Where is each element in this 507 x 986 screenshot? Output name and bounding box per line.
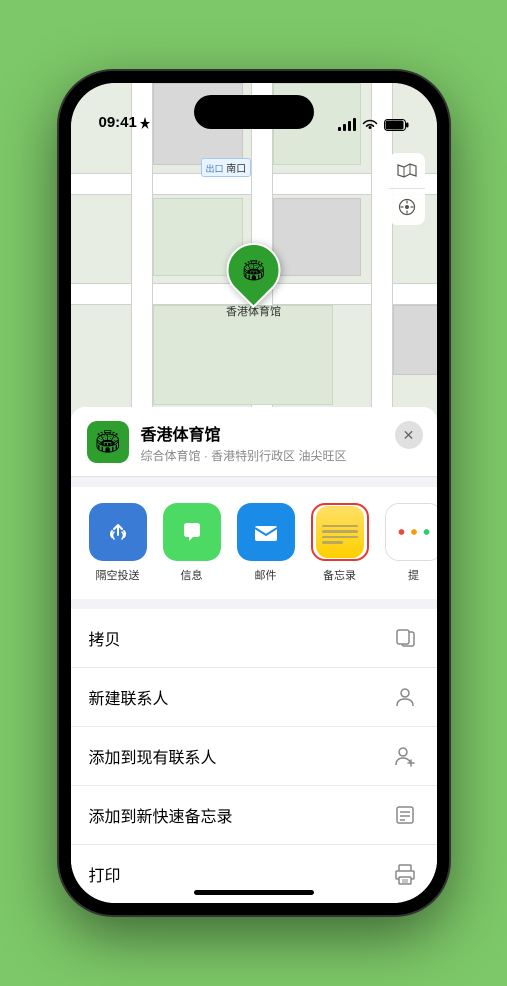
notes-line-3 bbox=[322, 536, 358, 539]
person-svg bbox=[394, 686, 416, 708]
notes-icon-wrapper bbox=[311, 503, 369, 561]
signal-bars bbox=[338, 118, 356, 131]
signal-bar-3 bbox=[348, 121, 351, 131]
more-label: 提 bbox=[408, 567, 419, 583]
quick-note-label: 添加到新快速备忘录 bbox=[89, 803, 233, 827]
place-header: 🏟 香港体育馆 综合体育馆 · 香港特别行政区 油尖旺区 ✕ bbox=[71, 407, 437, 477]
phone-screen: 09:41 bbox=[71, 83, 437, 903]
airdrop-icon bbox=[89, 503, 147, 561]
more-icon bbox=[385, 503, 437, 561]
notes-line-2 bbox=[322, 530, 358, 533]
close-label: ✕ bbox=[403, 427, 415, 444]
share-messages[interactable]: 信息 bbox=[161, 503, 223, 583]
airdrop-svg bbox=[103, 517, 133, 547]
print-label: 打印 bbox=[89, 862, 121, 886]
home-indicator bbox=[194, 890, 314, 895]
place-name: 香港体育馆 bbox=[141, 421, 421, 445]
time-display: 09:41 bbox=[99, 114, 137, 131]
map-type-button[interactable] bbox=[389, 153, 425, 189]
map-block bbox=[273, 198, 361, 276]
quick-note-svg bbox=[394, 804, 416, 826]
phone-frame: 09:41 bbox=[59, 71, 449, 915]
battery-icon bbox=[384, 119, 409, 131]
close-button[interactable]: ✕ bbox=[395, 421, 423, 449]
location-button[interactable] bbox=[389, 189, 425, 225]
messages-svg bbox=[176, 516, 208, 548]
map-block bbox=[393, 305, 437, 375]
notes-label: 备忘录 bbox=[323, 567, 356, 583]
dynamic-island bbox=[194, 95, 314, 129]
place-icon: 🏟 bbox=[87, 421, 129, 463]
action-copy[interactable]: 拷贝 bbox=[71, 609, 437, 668]
print-svg bbox=[394, 863, 416, 885]
notes-icon bbox=[316, 506, 364, 558]
map-label: 出口 南口 bbox=[201, 158, 252, 177]
signal-bar-1 bbox=[338, 127, 341, 131]
quick-note-icon bbox=[391, 801, 419, 829]
map-label-text: 南口 bbox=[226, 164, 246, 175]
wifi-icon bbox=[362, 119, 378, 131]
messages-label: 信息 bbox=[181, 567, 203, 583]
status-icons bbox=[338, 118, 409, 131]
airdrop-label: 隔空投送 bbox=[96, 567, 140, 583]
add-contact-label: 添加到现有联系人 bbox=[89, 744, 217, 768]
messages-icon bbox=[163, 503, 221, 561]
share-notes[interactable]: 备忘录 bbox=[309, 503, 371, 583]
mail-svg bbox=[250, 516, 282, 548]
more-svg bbox=[386, 503, 437, 561]
map-controls bbox=[389, 153, 425, 225]
status-time: 09:41 bbox=[99, 114, 150, 131]
mail-icon bbox=[237, 503, 295, 561]
share-airdrop[interactable]: 隔空投送 bbox=[87, 503, 149, 583]
share-mail[interactable]: 邮件 bbox=[235, 503, 297, 583]
action-list: 拷贝 新建联系人 bbox=[71, 609, 437, 903]
map-type-icon bbox=[397, 163, 417, 179]
action-add-contact[interactable]: 添加到现有联系人 bbox=[71, 727, 437, 786]
add-contact-icon bbox=[391, 742, 419, 770]
new-contact-label: 新建联系人 bbox=[89, 685, 169, 709]
pin-emoji: 🏟 bbox=[241, 258, 266, 283]
notes-line-1 bbox=[322, 525, 358, 528]
new-contact-icon bbox=[391, 683, 419, 711]
signal-bar-4 bbox=[353, 118, 356, 131]
mail-label: 邮件 bbox=[255, 567, 277, 583]
share-row: 隔空投送 信息 bbox=[71, 487, 437, 599]
share-more[interactable]: 提 bbox=[383, 503, 437, 583]
map-block bbox=[153, 305, 333, 405]
copy-label: 拷贝 bbox=[89, 626, 121, 650]
pin-circle: 🏟 bbox=[215, 232, 291, 308]
copy-icon bbox=[391, 624, 419, 652]
person-add-svg bbox=[394, 745, 416, 767]
print-icon bbox=[391, 860, 419, 888]
location-pin: 🏟 香港体育馆 bbox=[226, 243, 281, 319]
bottom-sheet: 🏟 香港体育馆 综合体育馆 · 香港特别行政区 油尖旺区 ✕ bbox=[71, 407, 437, 903]
copy-svg bbox=[394, 627, 416, 649]
signal-bar-2 bbox=[343, 124, 346, 131]
notes-line-4 bbox=[322, 541, 344, 544]
location-icon bbox=[140, 117, 150, 129]
place-info: 香港体育馆 综合体育馆 · 香港特别行政区 油尖旺区 bbox=[141, 421, 421, 464]
place-subtitle: 综合体育馆 · 香港特别行政区 油尖旺区 bbox=[141, 447, 421, 464]
action-quick-note[interactable]: 添加到新快速备忘录 bbox=[71, 786, 437, 845]
compass-icon bbox=[398, 198, 416, 216]
action-new-contact[interactable]: 新建联系人 bbox=[71, 668, 437, 727]
